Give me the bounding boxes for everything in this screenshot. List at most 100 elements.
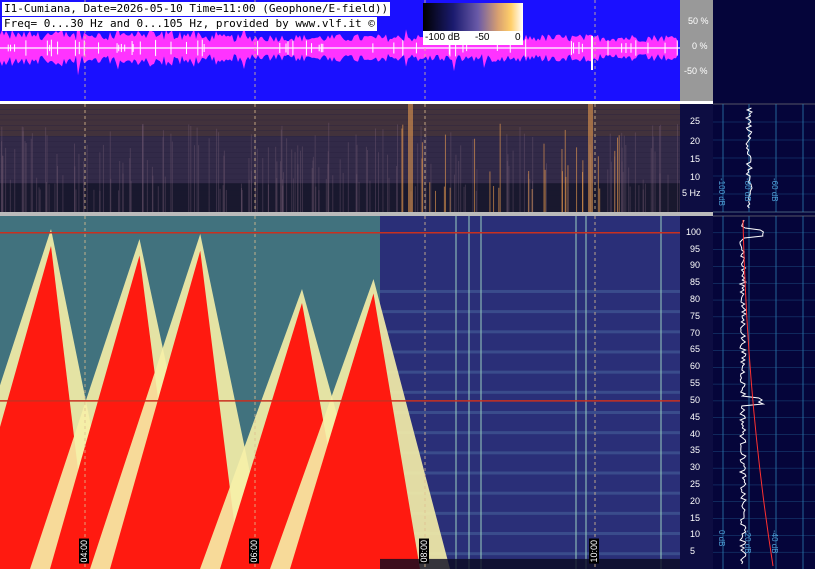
low-streak <box>443 186 445 212</box>
low-streak <box>216 128 218 212</box>
low-streak <box>332 175 334 212</box>
low-band <box>0 125 680 131</box>
low-streak <box>402 124 404 212</box>
low-streak <box>472 139 474 212</box>
low-streak <box>617 137 619 212</box>
low-streak <box>423 139 425 212</box>
low-streak <box>142 125 144 212</box>
low-streak <box>25 142 27 212</box>
low-streak <box>301 146 303 212</box>
low-streak <box>9 179 11 212</box>
low-streak <box>523 133 525 212</box>
low-streak <box>2 155 4 212</box>
spectrum-tick-label: -20 dB <box>743 530 752 554</box>
low-streak <box>644 183 646 212</box>
low-streak <box>311 167 313 212</box>
low-streak <box>545 163 547 212</box>
spectrum-tick-label: 0 dB <box>717 530 726 546</box>
low-streak <box>401 128 403 212</box>
low-streak <box>225 189 227 212</box>
low-band <box>0 152 680 158</box>
high-streak <box>660 216 662 569</box>
low-streak <box>519 127 521 212</box>
high-streak <box>575 216 577 569</box>
low-streak <box>276 161 278 212</box>
time-label: 08:00 <box>419 539 429 564</box>
low-streak <box>275 146 277 212</box>
low-streak <box>171 141 173 212</box>
low-streak <box>250 170 252 212</box>
low-streak <box>54 183 56 212</box>
low-streak <box>208 138 210 212</box>
low-streak <box>567 186 569 212</box>
low-freq-tick: 15 <box>690 154 701 164</box>
low-streak <box>294 152 296 212</box>
low-streak <box>652 125 654 212</box>
high-streak <box>455 216 457 569</box>
low-streak <box>460 145 462 212</box>
low-streak <box>83 177 85 212</box>
high-freq-tick: 10 <box>690 529 701 540</box>
low-streak <box>75 189 77 212</box>
low-streak <box>300 150 302 212</box>
low-streak <box>582 172 584 212</box>
low-streak <box>327 151 329 212</box>
low-streak <box>198 145 200 212</box>
low-streak <box>659 173 661 212</box>
colorbar-label-min: -100 dB <box>425 32 461 43</box>
low-streak <box>528 171 530 212</box>
low-streak <box>280 129 282 212</box>
waveform-axis: 50 % 0 % -50 % <box>680 0 713 101</box>
low-streak <box>667 174 669 212</box>
low-streak <box>454 174 456 212</box>
low-streak <box>86 145 88 212</box>
low-streak <box>31 133 33 212</box>
low-band <box>0 131 680 136</box>
colorbar: -100 dB -50 0 <box>423 3 523 45</box>
low-streak <box>45 127 47 212</box>
low-streak <box>292 178 294 212</box>
high-freq-tick: 30 <box>690 462 701 473</box>
high-freq-tick: 55 <box>690 378 701 389</box>
low-streak <box>450 132 452 212</box>
high-frequency-spectrogram: 04:00 06:00 08:00 10:00 <box>0 216 680 569</box>
low-streak <box>628 167 630 212</box>
low-band <box>0 136 680 142</box>
low-streak <box>36 177 38 212</box>
low-streak <box>347 142 349 212</box>
low-streak <box>638 185 640 212</box>
low-streak <box>223 150 225 212</box>
low-streak <box>318 167 320 212</box>
low-streak <box>196 127 198 212</box>
low-streak <box>634 132 636 212</box>
low-streak <box>325 178 327 212</box>
low-streak <box>118 190 120 212</box>
low-streak <box>564 129 566 212</box>
low-streak <box>314 135 316 212</box>
low-streak <box>444 134 446 212</box>
high-freq-tick: 95 <box>690 243 701 254</box>
low-streak <box>417 143 419 212</box>
low-streak <box>256 148 258 212</box>
low-streak <box>493 186 495 212</box>
high-freq-tick: 15 <box>690 512 701 523</box>
low-freq-tick: 20 <box>690 136 701 146</box>
low-streak <box>455 154 457 212</box>
low-streak <box>650 148 652 212</box>
low-streak <box>629 186 631 212</box>
header-title-line: I1-Cumiana, Date=2026-05-10 Time=11:00 (… <box>2 2 391 16</box>
low-streak <box>219 188 221 212</box>
time-label: 06:00 <box>249 539 259 564</box>
spectrum-tick-label: -60 dB <box>770 178 779 202</box>
low-streak <box>561 171 563 212</box>
spectrum-tick-label: -100 dB <box>717 178 726 206</box>
low-band <box>0 147 680 153</box>
waveform-panel: I1-Cumiana, Date=2026-05-10 Time=11:00 (… <box>0 0 680 101</box>
high-freq-tick: 85 <box>690 277 701 288</box>
low-streak <box>623 135 625 212</box>
high-freq-tick: 100 <box>686 226 702 237</box>
low-streak <box>99 190 101 212</box>
low-streak <box>102 144 104 212</box>
low-streak <box>5 147 7 212</box>
high-freq-tick: 45 <box>690 411 701 422</box>
